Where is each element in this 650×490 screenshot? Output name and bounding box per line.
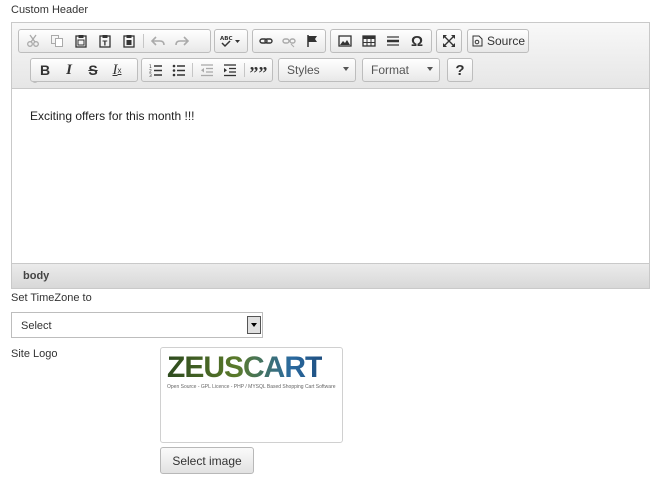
special-char-icon[interactable]: Ω [405, 31, 429, 51]
svg-text:T: T [103, 40, 108, 48]
paste-icon[interactable] [69, 31, 93, 51]
basic-style-group: B I S Ix [30, 58, 138, 82]
remove-format-icon[interactable]: Ix [105, 60, 129, 80]
spellcheck-icon[interactable]: ABC [217, 31, 245, 51]
timezone-select-value: Select [21, 320, 52, 332]
editor-content[interactable]: Exciting offers for this month !!! [12, 89, 649, 265]
blockquote-icon[interactable]: ”” [247, 57, 270, 83]
element-path-body[interactable]: body [23, 270, 49, 282]
styles-combo[interactable]: Styles [278, 58, 356, 82]
maximize-icon[interactable] [439, 31, 459, 51]
strike-icon[interactable]: S [81, 60, 105, 80]
timezone-label: Set TimeZone to [11, 292, 92, 304]
timezone-select[interactable]: Select [11, 312, 263, 338]
logo-brand: ZEUSCART [167, 351, 323, 384]
source-icon [470, 31, 484, 51]
redo-icon[interactable] [170, 31, 194, 51]
italic-icon[interactable]: I [57, 60, 81, 80]
horizontal-line-icon[interactable] [381, 31, 405, 51]
list-group: 123 ”” [141, 57, 273, 83]
source-button-label: Source [487, 34, 526, 48]
custom-header-label: Custom Header [11, 4, 89, 16]
source-button[interactable]: Source [467, 29, 529, 53]
svg-text:3: 3 [149, 73, 152, 77]
help-icon[interactable]: ? [450, 60, 470, 80]
styles-combo-label: Styles [287, 63, 320, 77]
outdent-icon[interactable] [195, 60, 218, 80]
paste-text-icon[interactable]: T [93, 31, 117, 51]
site-logo-label: Site Logo [11, 348, 58, 360]
chevron-down-icon [343, 67, 349, 71]
svg-text:ABC: ABC [220, 36, 233, 42]
anchor-icon[interactable] [300, 31, 323, 51]
logo-tagline: Open Source - GPL Licence - PHP / MYSQL … [167, 384, 336, 390]
paste-word-icon[interactable] [117, 31, 141, 51]
rich-text-editor: T ABC Ω Source B I S I x 1 2 3 ”” Styles… [11, 22, 650, 289]
maximize-group [436, 29, 462, 53]
numbered-list-icon[interactable]: 123 [144, 60, 167, 80]
spellcheck-group: ABC [214, 29, 248, 53]
toolbar-separator [143, 34, 144, 48]
copy-icon[interactable] [45, 31, 69, 51]
toolbar-separator [243, 63, 245, 77]
select-image-button[interactable]: Select image [160, 447, 254, 474]
format-combo[interactable]: Format [362, 58, 440, 82]
editor-content-text: Exciting offers for this month !!! [30, 109, 195, 123]
chevron-down-icon [427, 67, 433, 71]
table-icon[interactable] [357, 31, 381, 51]
dropdown-arrow-icon[interactable] [247, 316, 261, 334]
clipboard-group: T [18, 29, 211, 53]
cut-icon[interactable] [21, 31, 45, 51]
unlink-icon[interactable] [278, 31, 301, 51]
image-icon[interactable] [333, 31, 357, 51]
indent-icon[interactable] [219, 60, 242, 80]
link-icon[interactable] [255, 31, 278, 51]
site-logo-preview: ZEUSCART Open Source - GPL Licence - PHP… [160, 347, 343, 443]
insert-group: Ω [330, 29, 432, 53]
help-group: ? [447, 58, 473, 82]
undo-icon[interactable] [146, 31, 170, 51]
toolbar-separator [192, 63, 194, 77]
bold-icon[interactable]: B [33, 60, 57, 80]
link-group [252, 29, 326, 53]
editor-toolbar: T ABC Ω Source B I S I x 1 2 3 ”” Styles… [12, 23, 649, 89]
format-combo-label: Format [371, 63, 410, 77]
element-path-bar: body [12, 263, 649, 288]
bulleted-list-icon[interactable] [167, 60, 190, 80]
